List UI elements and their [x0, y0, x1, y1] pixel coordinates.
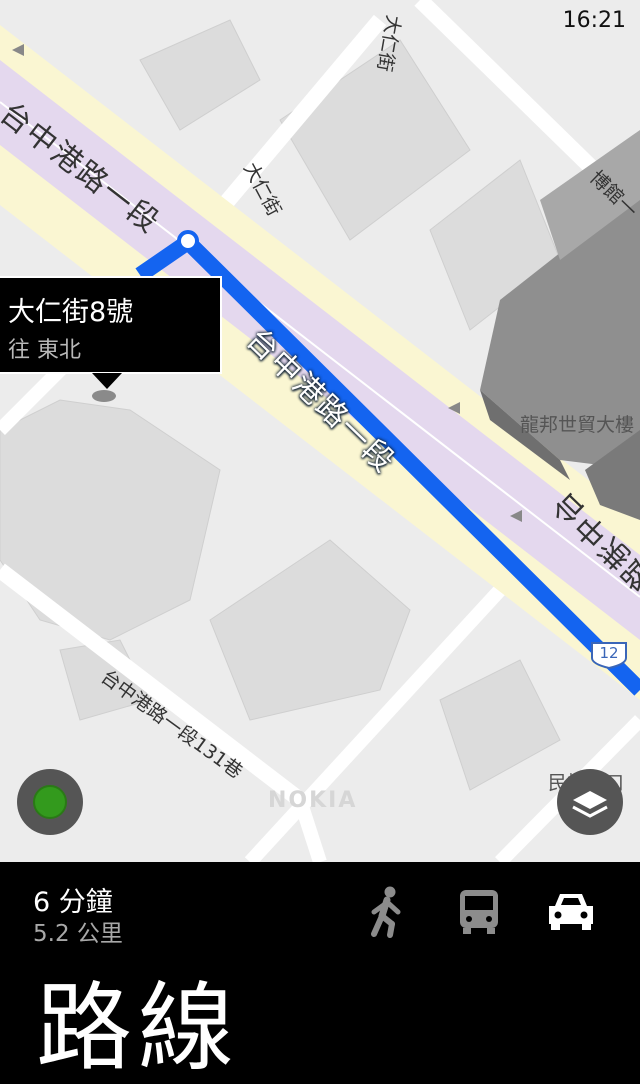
bus-icon	[460, 890, 498, 934]
mode-transit-button[interactable]	[451, 884, 507, 940]
map-watermark: NOKIA	[268, 788, 358, 813]
current-location-button[interactable]	[17, 769, 83, 835]
highway-shield-number: 12	[599, 644, 619, 662]
address-popup[interactable]: 大仁街8號 往 東北	[0, 276, 222, 389]
popup-pointer	[92, 373, 122, 389]
location-pin-base	[92, 390, 116, 402]
car-icon	[549, 894, 593, 930]
mode-walk-button[interactable]	[360, 884, 416, 940]
route-start-marker	[177, 230, 199, 252]
mode-drive-button[interactable]	[543, 884, 599, 940]
map-layers-icon	[572, 791, 608, 818]
status-time: 16:21	[562, 8, 626, 33]
map-layers-button[interactable]	[557, 769, 623, 835]
route-summary-panel: 6 分鐘 5.2 公里 路線	[0, 862, 640, 1076]
walking-person-icon	[371, 886, 401, 938]
map-building	[439, 659, 561, 791]
current-location-icon	[33, 785, 67, 819]
page-title: 路線	[36, 972, 240, 1084]
map-building	[209, 539, 411, 721]
popup-address: 大仁街8號	[8, 297, 134, 328]
highway-shield: 12	[589, 640, 629, 670]
popup-heading: 往 東北	[8, 338, 81, 363]
route-distance: 5.2 公里	[33, 921, 123, 947]
map-view[interactable]: 16:21 台中港路一段 台中港路一段 台中港路 大仁街 大仁街 博館一 台中港…	[0, 0, 640, 862]
map-building	[139, 19, 261, 131]
poi-label-longbang[interactable]: 龍邦世貿大樓	[520, 410, 634, 437]
